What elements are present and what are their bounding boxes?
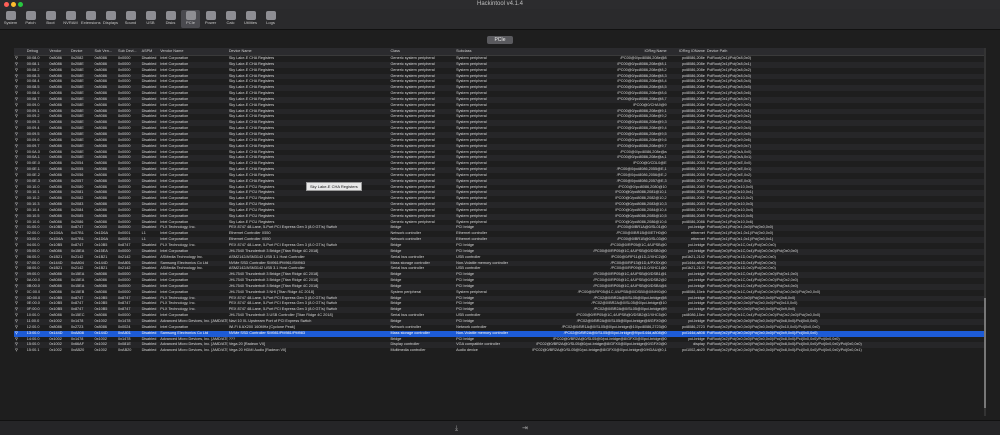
column-header[interactable]: Class [389,48,455,55]
toolbar-label: NVRAM [63,20,78,25]
column-header[interactable]: Sub Ven... [93,48,117,55]
calc-icon [225,11,236,20]
toolbar-label: System [3,20,18,25]
patch-icon [25,11,36,20]
toolbar-label: Calc [226,20,235,25]
toolbar-boot[interactable]: Boot [41,10,60,28]
toolbar-system[interactable]: System [1,10,20,28]
table-cell: Vega 20 HDMI Audio [Radeon VII] [228,348,287,353]
table-cell: /PC02@0/BR2A@0/SL05@0/pci-bridge@8/GFX0@… [532,348,667,353]
table-row[interactable]: ⚲ 15:00.1 0x1002 0xAB20 0x1002 0xAB20 Disabled… [14,348,986,354]
column-header[interactable]: IOReg Name [525,48,668,55]
usb-icon [145,11,156,20]
toolbar-label: Extensions [81,20,101,25]
table-cell: Advanced Micro Devices, Inc. [AMD/ATI] [160,348,228,353]
toolbar-power[interactable]: Power [201,10,220,28]
table-header: Debug Vendor Device Sub Ven... Sub Devi... AS… [14,48,986,56]
table-cell: PciRoot(0x2)/Pci(0x0,0x0)/Pci(0x0,0x0)/P… [706,348,862,353]
column-header[interactable]: Vendor Name [159,48,228,55]
boot-icon [45,11,56,20]
toolbar-sound[interactable]: Sound [121,10,140,28]
table-cell: 0xAB20 [70,348,85,353]
toolbar-label: Sound [124,20,137,25]
displays-icon [105,11,116,20]
toolbar-logs[interactable]: Logs [261,10,280,28]
table-cell: Disabled [141,348,157,353]
extensions-icon [85,11,96,20]
toolbar-label: Boot [46,20,55,25]
pcie-device-table: Debug Vendor Device Sub Ven... Sub Devi... AS… [14,48,986,416]
toolbar-disks[interactable]: Disks [161,10,180,28]
power-icon [205,11,216,20]
system-icon [5,11,16,20]
column-header[interactable]: Vendor [48,48,70,55]
table-cell: 0x1002 [49,348,62,353]
table-cell: 15:00.1 [26,348,40,353]
table-scrollbar[interactable] [984,48,986,416]
toolbar-label: Disks [165,20,176,25]
toolbar-patch[interactable]: Patch [21,10,40,28]
toolbar-label: Logs [266,20,275,25]
table-body: ⚲ 00:08.0 0x8086 0x2082 0x8086 0x0000 Disabled… [14,56,986,354]
sound-icon [125,11,136,20]
toolbar-usb[interactable]: USB [141,10,160,28]
toolbar-utilities[interactable]: Utilities [241,10,260,28]
column-header[interactable]: Device Name [228,48,390,55]
toolbar-label: Displays [102,20,119,25]
disks-icon [165,11,176,20]
utilities-icon [245,11,256,20]
toolbar-label: Utilities [244,20,257,25]
column-header[interactable] [14,48,26,55]
toolbar-pcie[interactable]: PCIe [181,10,200,28]
toolbar-extensions[interactable]: Extensions [81,10,101,28]
table-cell: 0x1002 [94,348,107,353]
scrollbar-thumb[interactable] [984,298,986,408]
tooltip: Sky Lake-E CHA Registers [306,182,362,191]
column-header[interactable]: Subclass [455,48,525,55]
pcie-icon [185,11,196,20]
window-title: Hackintool v4.1.4 [476,1,524,7]
bottom-bar: ⤓ ⇥ [0,420,1000,435]
column-header[interactable]: IOReg IOName [668,48,706,55]
toolbar-label: USB [146,20,155,25]
main-toolbar: System Patch Boot NVRAM Extensions Displays So… [0,9,1000,30]
column-header[interactable]: Device Path [706,48,986,55]
toolbar-label: Power [204,20,217,25]
download-icon[interactable]: ⤓ [455,425,458,432]
toolbar-displays[interactable]: Displays [101,10,120,28]
magnifier-icon[interactable]: ⚲ [14,348,26,354]
column-header[interactable]: Device [70,48,94,55]
toolbar-label: Patch [25,20,36,25]
table-cell: Audio device [456,348,478,353]
pcie-segment-button[interactable]: PCIe [487,36,513,44]
toolbar-calc[interactable]: Calc [221,10,240,28]
exit-icon[interactable]: ⇥ [522,425,528,432]
toolbar-label: PCIe [186,20,195,25]
column-header[interactable]: Debug [26,48,49,55]
nvram-icon [65,11,76,20]
toolbar-nvram[interactable]: NVRAM [61,10,80,28]
table-cell: pci1002,ab20 [682,348,705,353]
table-cell: Multimedia controller [390,348,426,353]
logs-icon [265,11,276,20]
table-cell: 0xAB20 [118,348,132,353]
column-header[interactable]: Sub Devi... [117,48,141,55]
column-header[interactable]: ASPM [141,48,160,55]
